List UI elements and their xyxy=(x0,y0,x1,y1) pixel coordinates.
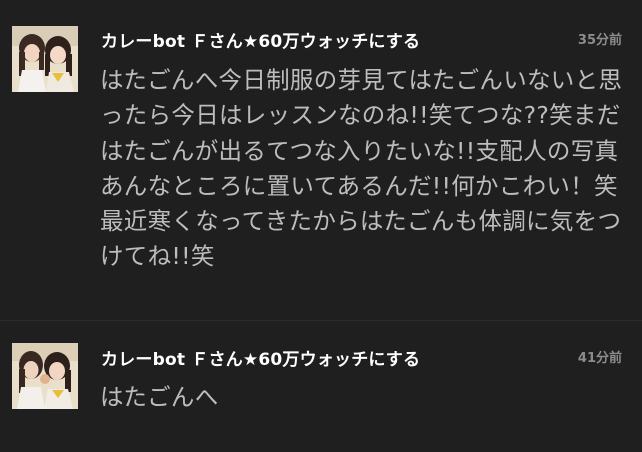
timestamp: 41分前 xyxy=(577,351,622,366)
message-item[interactable]: カレーbot Ｆさん★60万ウォッチにする 41分前 はたごんへ xyxy=(0,320,642,452)
author-name[interactable]: カレーbot Ｆさん★60万ウォッチにする xyxy=(101,345,420,370)
avatar[interactable] xyxy=(12,343,78,409)
message-text: はたごんへ今日制服の芽見てはたごんいないと思ったら今日はレッスンなのね!!笑てつ… xyxy=(100,66,623,271)
message-item[interactable]: カレーbot Ｆさん★60万ウォッチにする 35分前 はたごんへ今日制服の芽見て… xyxy=(0,0,642,320)
message-feed: カレーbot Ｆさん★60万ウォッチにする 35分前 はたごんへ今日制服の芽見て… xyxy=(0,0,642,452)
timestamp: 35分前 xyxy=(577,33,622,48)
avatar-photo-icon xyxy=(12,26,78,92)
author-name[interactable]: カレーbot Ｆさん★60万ウォッチにする xyxy=(101,27,420,52)
avatar[interactable] xyxy=(12,26,78,92)
message-text: はたごんへ xyxy=(100,383,219,411)
avatar-photo-icon xyxy=(12,343,78,409)
